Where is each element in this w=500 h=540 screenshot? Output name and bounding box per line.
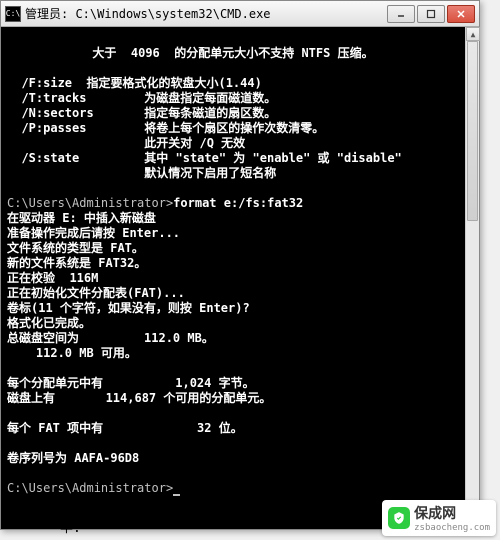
prompt-1: C:\Users\Administrator>format e:/fs:fat3… (7, 196, 303, 210)
titlebar[interactable]: C:\ 管理员: C:\Windows\system32\CMD.exe (1, 1, 479, 27)
out-0: 在驱动器 E: 中插入新磁盘 (7, 211, 156, 225)
vertical-scrollbar[interactable]: ▲ ▼ (465, 27, 479, 529)
watermark: 保成网 zsbaocheng.com (382, 500, 496, 536)
out-3: 新的文件系统是 FAT32。 (7, 256, 146, 270)
out-16: 卷序列号为 AAFA-96D8 (7, 451, 139, 465)
out-5: 正在初始化文件分配表(FAT)... (7, 286, 185, 300)
out-4: 正在校验 116M (7, 271, 98, 285)
out-11: 每个分配单元中有 1,024 字节。 (7, 376, 255, 390)
out-14: 每个 FAT 项中有 32 位。 (7, 421, 243, 435)
maximize-button[interactable] (417, 5, 445, 23)
watermark-text: 保成网 zsbaocheng.com (414, 503, 490, 533)
shield-icon (388, 507, 410, 529)
header-line: 大于 4096 的分配单元大小不支持 NTFS 压缩。 (7, 46, 459, 61)
opt-ppasses: /P:passes 将卷上每个扇区的操作次数清零。 (7, 121, 324, 135)
window-controls (387, 5, 475, 23)
app-icon: C:\ (5, 6, 21, 22)
opt-sstate-note: 默认情况下启用了短名称 (7, 166, 276, 180)
watermark-sub: zsbaocheng.com (414, 523, 490, 533)
out-1: 准备操作完成后请按 Enter... (7, 226, 180, 240)
ime-status: 半: (0, 517, 81, 536)
window-title: 管理员: C:\Windows\system32\CMD.exe (25, 5, 387, 22)
out-12: 磁盘上有 114,687 个可用的分配单元。 (7, 391, 271, 405)
terminal-output[interactable]: 大于 4096 的分配单元大小不支持 NTFS 压缩。 /F:size 指定要格… (1, 27, 465, 529)
minimize-button[interactable] (387, 5, 415, 23)
close-button[interactable] (447, 5, 475, 23)
watermark-title: 保成网 (414, 503, 490, 523)
out-7: 格式化已完成。 (7, 316, 91, 330)
out-8: 总磁盘空间为 112.0 MB。 (7, 331, 214, 345)
opt-fsize: /F:size 指定要格式化的软盘大小(1.44) (7, 76, 262, 90)
cursor-icon (173, 494, 180, 496)
opt-nsectors: /N:sectors 指定每条磁道的扇区数。 (7, 106, 276, 120)
out-2: 文件系统的类型是 FAT。 (7, 241, 144, 255)
prompt-2: C:\Users\Administrator> (7, 481, 180, 495)
cmd-window: C:\ 管理员: C:\Windows\system32\CMD.exe 大于 … (0, 0, 480, 530)
scroll-up-button[interactable]: ▲ (466, 27, 480, 41)
out-9: 112.0 MB 可用。 (7, 346, 137, 360)
opt-ttracks: /T:tracks 为磁盘指定每面磁道数。 (7, 91, 276, 105)
opt-sstate: /S:state 其中 "state" 为 "enable" 或 "disabl… (7, 151, 402, 165)
out-6: 卷标(11 个字符，如果没有，则按 Enter)? (7, 301, 250, 315)
scroll-thumb[interactable] (467, 41, 478, 221)
app-icon-glyph: C:\ (6, 9, 20, 18)
opt-ppasses-note: 此开关对 /Q 无效 (7, 136, 245, 150)
